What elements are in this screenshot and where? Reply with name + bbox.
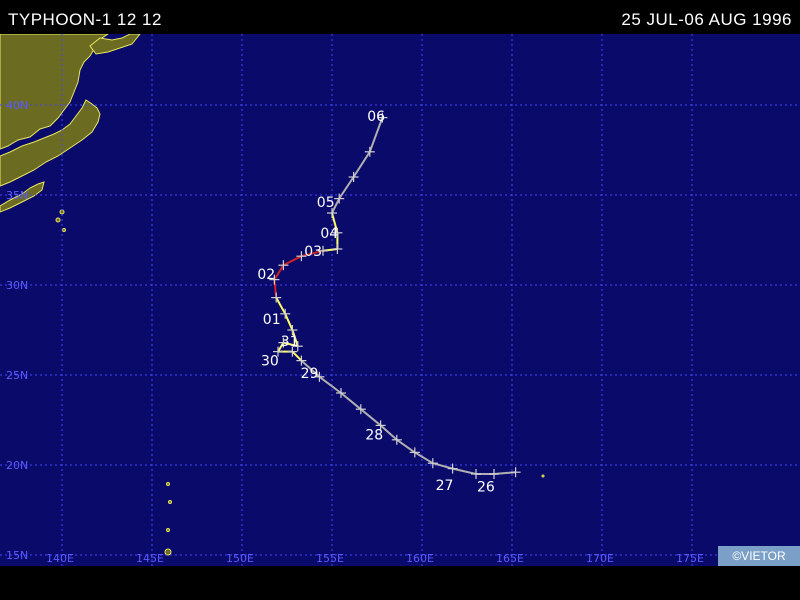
lon-label: 140E xyxy=(46,552,74,565)
lon-label: 165E xyxy=(496,552,524,565)
day-label: 28 xyxy=(365,427,383,443)
day-label: 04 xyxy=(320,226,338,242)
day-label: 27 xyxy=(436,478,454,494)
lat-label: 15N xyxy=(6,549,28,562)
island xyxy=(166,482,170,486)
island xyxy=(541,474,545,478)
island xyxy=(62,228,66,232)
lon-label: 160E xyxy=(406,552,434,565)
day-label: 05 xyxy=(317,195,335,211)
day-label: 29 xyxy=(301,366,319,382)
lat-label: 30N xyxy=(6,279,28,292)
island xyxy=(164,548,172,556)
lat-label: 35N xyxy=(6,189,28,202)
lon-label: 170E xyxy=(586,552,614,565)
map-canvas: 140E 145E 150E 155E 160E 165E 170E 175E 15N 20N 25… xyxy=(0,33,800,566)
map-title: TYPHOON-1 12 12 xyxy=(8,10,162,29)
track-map: 140E 145E 150E 155E 160E 165E 170E 175E 15N 20N 25… xyxy=(0,33,800,566)
day-label: 26 xyxy=(477,480,495,496)
island xyxy=(168,500,172,504)
lat-label: 25N xyxy=(6,369,28,382)
ocean-background xyxy=(0,34,800,566)
lon-label: 145E xyxy=(136,552,164,565)
lat-label: 20N xyxy=(6,459,28,472)
credit-badge: ©VIETOR xyxy=(718,546,800,566)
island xyxy=(55,217,61,223)
lon-label: 155E xyxy=(316,552,344,565)
island xyxy=(166,528,170,532)
date-range: 25 JUL-06 AUG 1996 xyxy=(621,10,792,29)
lat-label: 40N xyxy=(6,99,28,112)
lon-label: 150E xyxy=(226,552,254,565)
lon-label: 175E xyxy=(676,552,704,565)
day-label: 06 xyxy=(367,109,385,125)
day-label: 02 xyxy=(257,267,275,283)
day-label: 01 xyxy=(263,312,281,328)
day-label: 30 xyxy=(261,354,279,370)
day-label: 03 xyxy=(304,244,322,260)
day-label: 31 xyxy=(281,334,299,350)
